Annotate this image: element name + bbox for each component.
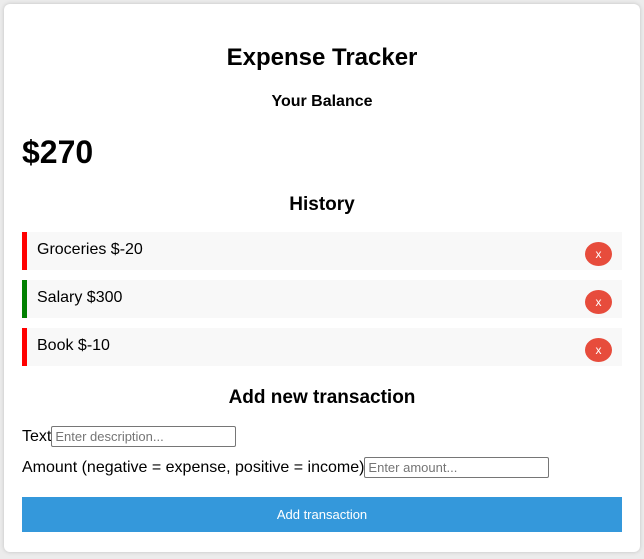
page-title: Expense Tracker: [226, 44, 418, 71]
transaction-text: Book $-10: [37, 337, 110, 354]
description-input[interactable]: [51, 426, 237, 447]
transaction-item-book: Book $-10 x: [22, 328, 622, 366]
delete-transaction-button[interactable]: x: [585, 290, 612, 314]
amount-input[interactable]: [364, 457, 550, 478]
amount-label: Amount (negative = expense, positive = i…: [22, 458, 365, 476]
transaction-text: Groceries $-20: [37, 241, 143, 258]
balance-label: Your Balance: [271, 93, 373, 110]
balance-amount: $270: [22, 134, 94, 170]
text-field-row: Text: [22, 426, 237, 447]
history-title: History: [289, 194, 355, 215]
transaction-item-salary: Salary $300 x: [22, 280, 622, 318]
add-transaction-title: Add new transaction: [228, 387, 416, 408]
amount-field-row: Amount (negative = expense, positive = i…: [22, 457, 550, 478]
delete-transaction-button[interactable]: x: [585, 242, 612, 266]
transaction-list: Groceries $-20 x Salary $300 x Book $-10…: [22, 232, 622, 376]
delete-transaction-button[interactable]: x: [585, 338, 612, 362]
text-label: Text: [22, 427, 52, 445]
transaction-item-groceries: Groceries $-20 x: [22, 232, 622, 270]
add-transaction-button[interactable]: Add transaction: [22, 497, 622, 532]
expense-tracker-card: Expense Tracker Your Balance $270 Histor…: [4, 4, 640, 552]
transaction-text: Salary $300: [37, 289, 123, 306]
